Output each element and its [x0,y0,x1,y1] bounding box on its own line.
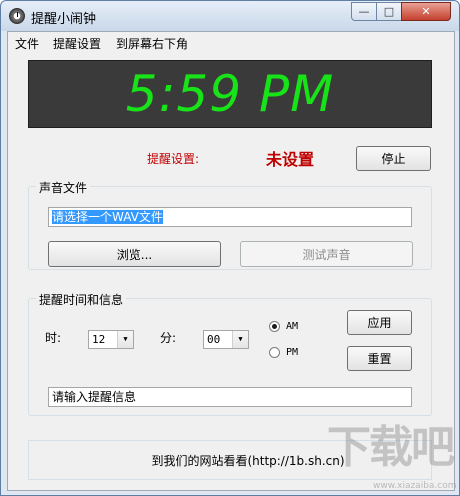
reminder-message-input[interactable]: 请输入提醒信息 [48,387,412,407]
title-bar[interactable]: 提醒小闹钟 — □ ✕ [1,1,459,31]
watermark-url: www.xiazaiba.com [373,481,457,491]
am-label: AM [286,321,299,332]
alarm-setting-label: 提醒设置: [147,152,200,166]
pm-radio-dot [269,347,280,358]
alarm-time-group: 提醒时间和信息 时: 12 ▼ 分: 00 ▼ AM PM 应用 重置 请输入提… [28,291,432,416]
sound-file-group: 声音文件 请选择一个WAV文件 浏览... 测试声音 [28,179,432,270]
sound-file-input[interactable]: 请选择一个WAV文件 [48,207,412,227]
clock-display: 5:59 PM [28,60,432,128]
menu-bar: 文件 提醒设置 到屏幕右下角 [8,32,454,52]
sound-file-value: 请选择一个WAV文件 [52,210,163,224]
alarm-status: 未设置 [266,150,315,169]
clock-time: 5:59 PM [125,65,335,123]
hour-select[interactable]: 12 ▼ [88,330,134,349]
test-sound-button[interactable]: 测试声音 [240,241,413,267]
pm-label: PM [286,347,299,358]
window-title: 提醒小闹钟 [31,12,97,27]
am-radio-dot [269,321,280,332]
minute-label: 分: [160,331,177,345]
close-button[interactable]: ✕ [401,2,451,21]
website-link[interactable]: 到我们的网站看看(http://1b.sh.cn) [151,452,344,469]
browse-button[interactable]: 浏览... [48,241,221,267]
clock-icon [9,8,25,24]
chevron-down-icon: ▼ [232,331,248,348]
maximize-button[interactable]: □ [376,2,402,21]
sound-group-title: 声音文件 [36,179,91,196]
time-group-title: 提醒时间和信息 [36,291,127,308]
stop-button[interactable]: 停止 [356,146,431,171]
app-window: 提醒小闹钟 — □ ✕ 文件 提醒设置 到屏幕右下角 5:59 PM 提醒设置:… [0,0,460,496]
hour-value: 12 [92,333,106,346]
minute-select[interactable]: 00 ▼ [203,330,249,349]
chevron-down-icon: ▼ [117,331,133,348]
menu-move-to-corner[interactable]: 到屏幕右下角 [116,35,188,52]
watermark-logo: 下载吧 [327,422,455,473]
am-radio[interactable]: AM [269,321,298,332]
menu-file[interactable]: 文件 [15,35,39,52]
minimize-button[interactable]: — [351,2,377,21]
hour-label: 时: [45,331,62,345]
apply-button[interactable]: 应用 [347,310,412,335]
menu-alarm-settings[interactable]: 提醒设置 [53,35,101,52]
pm-radio[interactable]: PM [269,347,298,358]
reset-button[interactable]: 重置 [347,346,412,371]
minute-value: 00 [207,333,221,346]
